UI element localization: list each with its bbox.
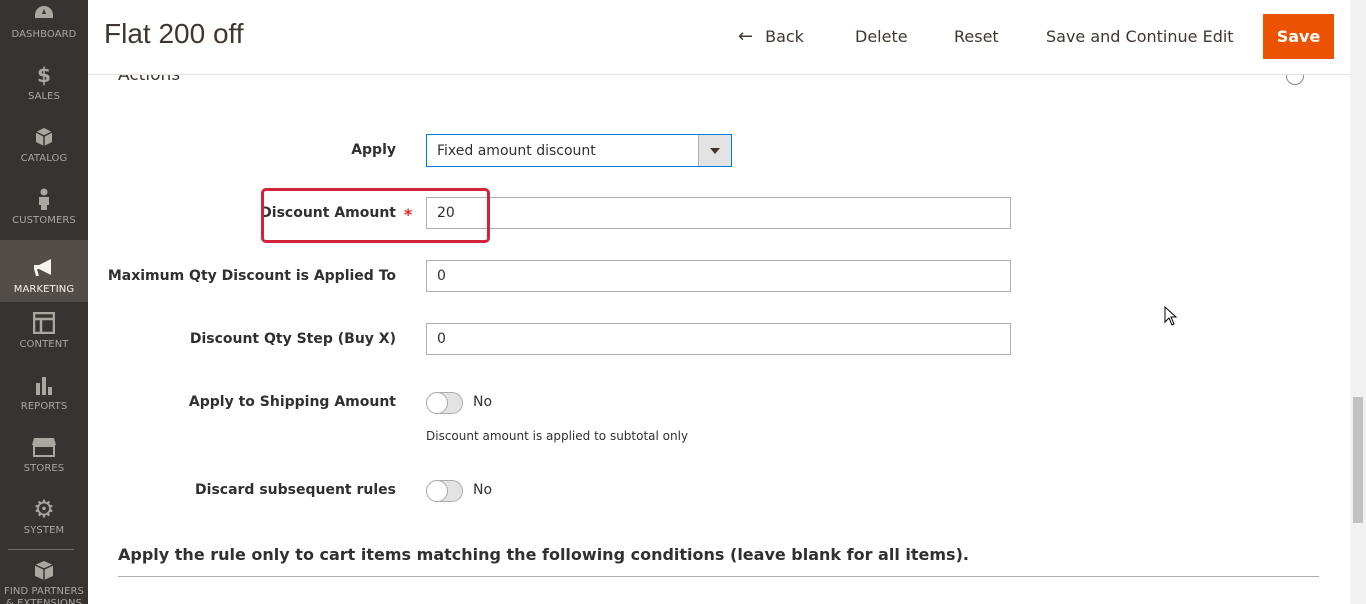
- arrow-left-icon: ←: [738, 26, 754, 47]
- toggle-knob: [426, 392, 448, 414]
- page-header: Flat 200 off ← Back Delete Reset Save an…: [88, 0, 1350, 75]
- sidebar-item-system[interactable]: ⚙ SYSTEM: [0, 481, 88, 543]
- max-qty-input[interactable]: 0: [426, 260, 1011, 292]
- sidebar-item-label: REPORTS: [20, 401, 68, 412]
- cube-icon: [32, 125, 56, 149]
- page-scrollbar[interactable]: [1350, 0, 1366, 604]
- discard-rules-state: No: [473, 482, 493, 498]
- store-icon: [32, 435, 56, 459]
- sidebar-item-label: SYSTEM: [23, 525, 65, 536]
- megaphone-icon: [32, 256, 56, 280]
- section-title-actions[interactable]: Actions: [118, 75, 180, 85]
- collapse-icon[interactable]: ⌃: [1286, 75, 1304, 85]
- sidebar-item-label: SALES: [27, 91, 61, 102]
- back-button[interactable]: ← Back: [738, 14, 804, 59]
- sidebar-item-stores[interactable]: STORES: [0, 419, 88, 481]
- sidebar-item-label: CUSTOMERS: [12, 215, 76, 226]
- apply-select-value: Fixed amount discount: [437, 142, 596, 159]
- sidebar-item-label: CONTENT: [19, 339, 69, 350]
- sidebar-divider: [8, 549, 74, 550]
- discard-rules-toggle[interactable]: [426, 480, 463, 502]
- sidebar-item-reports[interactable]: REPORTS: [0, 357, 88, 419]
- box-icon: [32, 560, 56, 582]
- mouse-cursor-icon: [1164, 306, 1178, 326]
- sidebar-item-content[interactable]: CONTENT: [0, 295, 88, 357]
- sidebar-item-sales[interactable]: $ SALES: [0, 47, 88, 109]
- layout-icon: [32, 311, 56, 335]
- back-label: Back: [765, 27, 804, 46]
- scrollbar-thumb[interactable]: [1353, 397, 1363, 523]
- apply-shipping-label: Apply to Shipping Amount: [188, 394, 396, 410]
- page-title: Flat 200 off: [104, 18, 244, 49]
- sidebar-item-label: CATALOG: [20, 153, 68, 164]
- delete-button[interactable]: Delete: [855, 14, 908, 59]
- person-icon: [32, 187, 56, 211]
- bar-chart-icon: [32, 373, 56, 397]
- reset-button[interactable]: Reset: [954, 14, 999, 59]
- save-button[interactable]: Save: [1263, 14, 1334, 59]
- sidebar-item-label: DASHBOARD: [11, 29, 77, 40]
- conditions-title: Apply the rule only to cart items matchi…: [118, 545, 969, 564]
- apply-label: Apply: [351, 142, 396, 158]
- save-and-continue-button[interactable]: Save and Continue Edit: [1046, 14, 1234, 59]
- chevron-down-icon: [698, 135, 731, 166]
- sidebar-item-catalog[interactable]: CATALOG: [0, 109, 88, 171]
- dashboard-icon: [32, 1, 56, 25]
- dollar-icon: $: [37, 63, 51, 87]
- max-qty-label: Maximum Qty Discount is Applied To: [107, 268, 396, 284]
- apply-select[interactable]: Fixed amount discount: [426, 134, 732, 167]
- sidebar-item-marketing[interactable]: MARKETING: [0, 240, 88, 302]
- admin-sidebar: DASHBOARD $ SALES CATALOG CUSTOMERS MARK…: [0, 0, 88, 604]
- sidebar-item-dashboard[interactable]: DASHBOARD: [0, 0, 88, 47]
- divider: [118, 576, 1319, 577]
- apply-shipping-note: Discount amount is applied to subtotal o…: [426, 429, 689, 443]
- qty-step-input[interactable]: 0: [426, 323, 1011, 355]
- apply-shipping-toggle[interactable]: [426, 392, 463, 414]
- discount-amount-input[interactable]: 20: [426, 197, 1011, 229]
- gear-icon: ⚙: [33, 495, 55, 523]
- sidebar-item-find-partners[interactable]: FIND PARTNERS & EXTENSIONS: [0, 558, 88, 604]
- sidebar-item-customers[interactable]: CUSTOMERS: [0, 171, 88, 233]
- sidebar-item-label: STORES: [23, 463, 65, 474]
- apply-shipping-state: No: [473, 394, 493, 410]
- sidebar-item-label: FIND PARTNERS & EXTENSIONS: [3, 586, 85, 604]
- highlight-box: [261, 188, 490, 243]
- main-content: Actions ⌃ Apply Fixed amount discount Di…: [88, 75, 1350, 604]
- qty-step-label: Discount Qty Step (Buy X): [189, 331, 396, 347]
- discard-rules-label: Discard subsequent rules: [195, 482, 396, 498]
- toggle-knob: [426, 480, 448, 502]
